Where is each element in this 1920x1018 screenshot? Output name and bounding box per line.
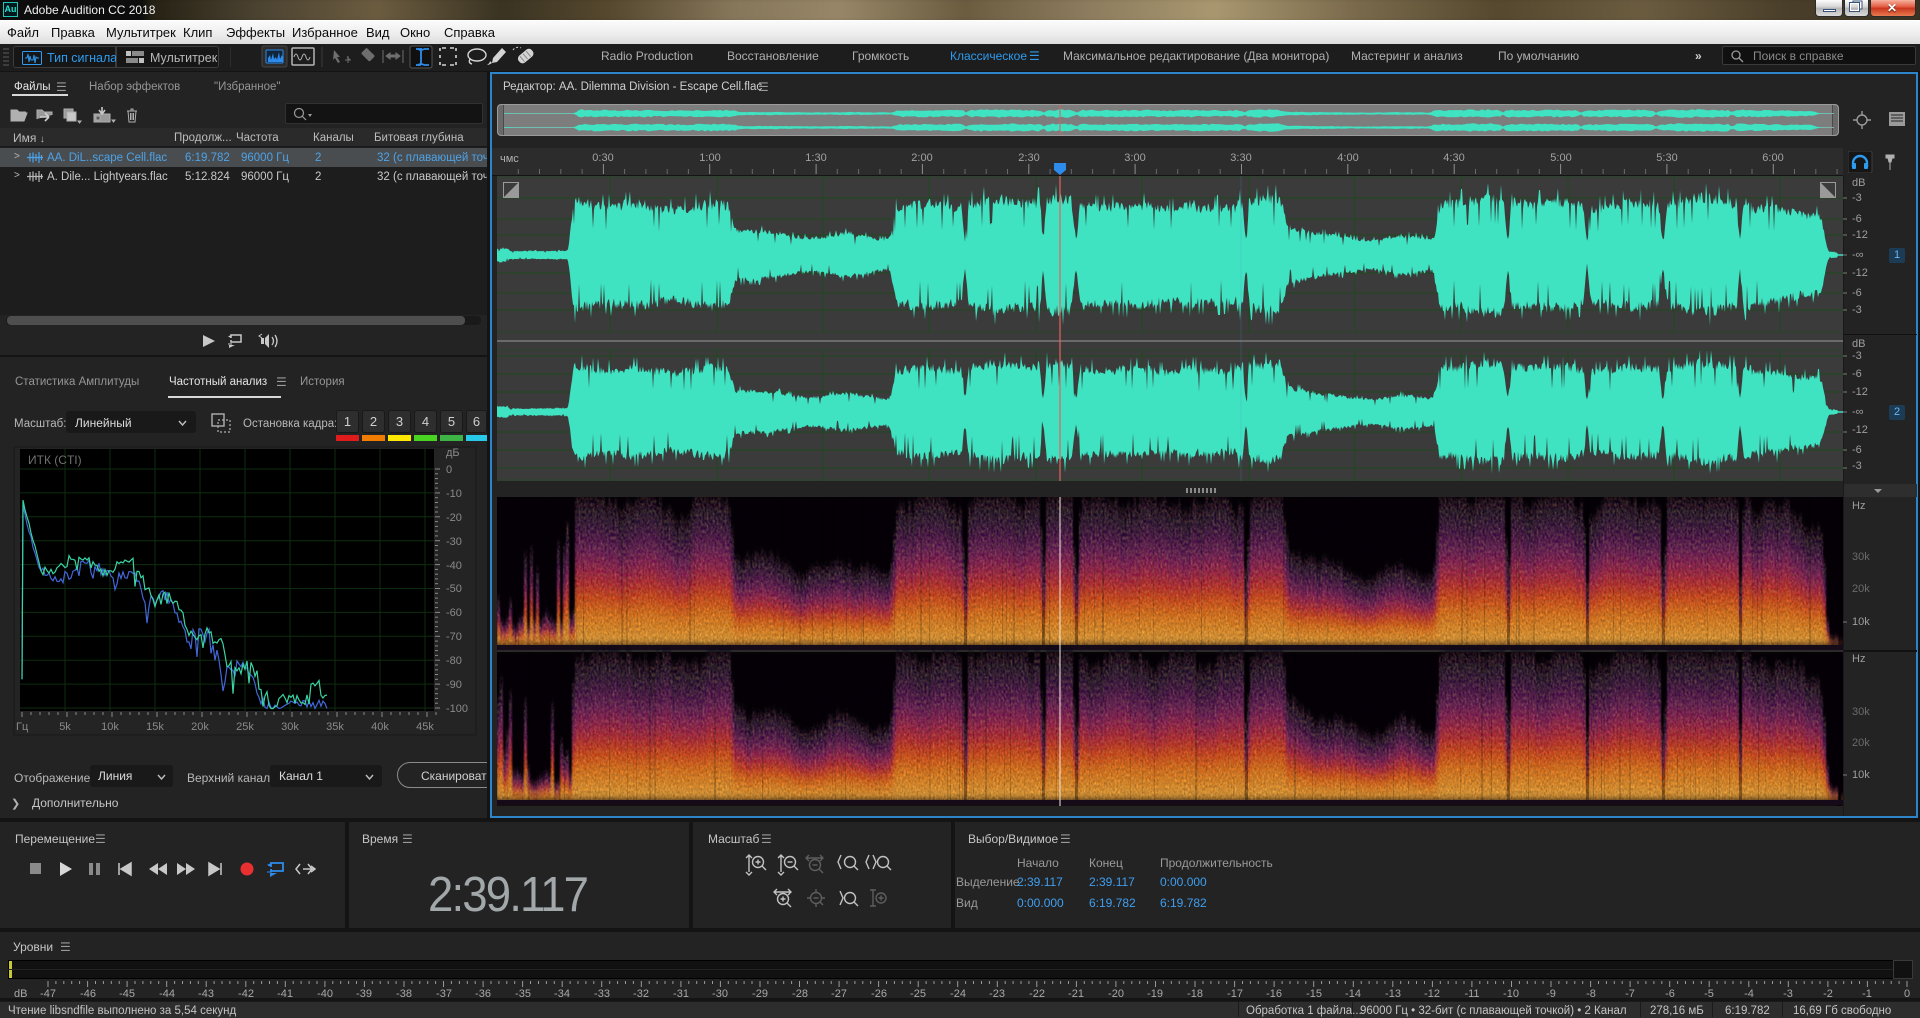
svg-text:Гц: Гц xyxy=(16,721,29,733)
svg-text:40k: 40k xyxy=(371,721,389,733)
svg-text:10k: 10k xyxy=(101,721,119,733)
svg-text:ИТК (CTI): ИТК (CTI) xyxy=(28,453,82,467)
svg-text:-100: -100 xyxy=(446,703,468,715)
svg-text:30k: 30k xyxy=(281,721,299,733)
svg-text:0: 0 xyxy=(446,464,452,476)
svg-text:-60: -60 xyxy=(446,607,462,619)
svg-text:дБ: дБ xyxy=(446,447,460,459)
svg-text:-80: -80 xyxy=(446,655,462,667)
svg-text:15k: 15k xyxy=(146,721,164,733)
svg-text:-90: -90 xyxy=(446,679,462,691)
svg-text:-20: -20 xyxy=(446,512,462,524)
svg-text:-10: -10 xyxy=(446,488,462,500)
svg-text:-40: -40 xyxy=(446,560,462,572)
svg-text:20k: 20k xyxy=(191,721,209,733)
svg-text:35k: 35k xyxy=(326,721,344,733)
svg-text:-50: -50 xyxy=(446,583,462,595)
svg-text:45k: 45k xyxy=(416,721,434,733)
svg-text:-70: -70 xyxy=(446,631,462,643)
svg-text:-30: -30 xyxy=(446,536,462,548)
svg-text:5k: 5k xyxy=(59,721,71,733)
svg-text:25k: 25k xyxy=(236,721,254,733)
